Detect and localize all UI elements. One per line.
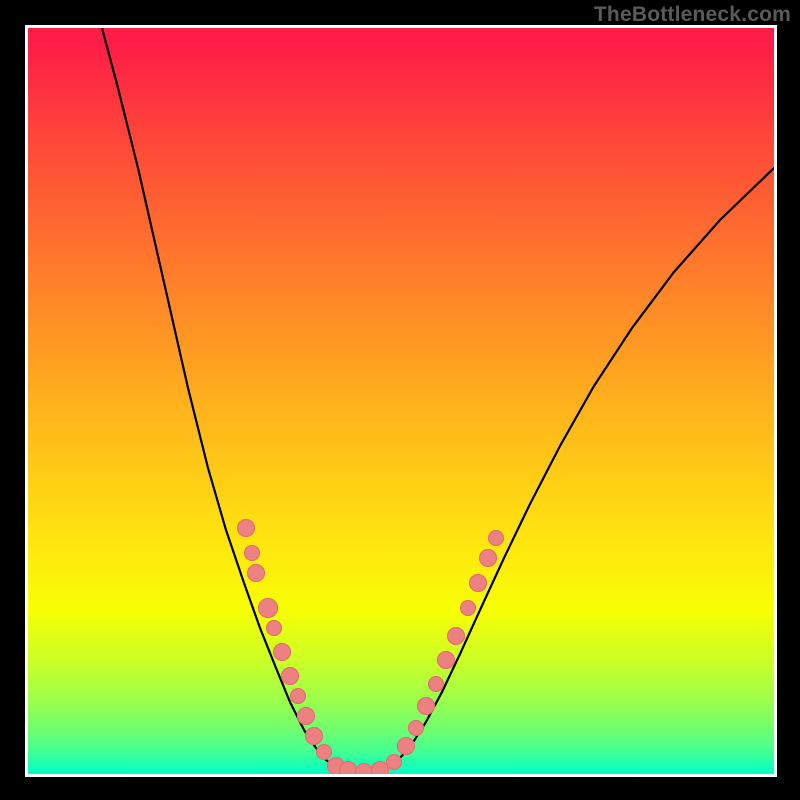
data-point (408, 720, 424, 736)
data-point (417, 697, 435, 715)
data-point (479, 549, 497, 567)
data-point (460, 600, 476, 616)
data-point (258, 598, 278, 618)
data-point (297, 707, 315, 725)
data-point (273, 643, 291, 661)
watermark: TheBottleneck.com (594, 3, 791, 27)
plot-area (28, 28, 774, 774)
data-point (237, 519, 255, 537)
frame: TheBottleneck.com (0, 0, 800, 800)
data-point (305, 727, 323, 745)
data-point (281, 667, 299, 685)
data-point (488, 530, 504, 546)
bottleneck-curve (28, 28, 774, 774)
data-point (290, 688, 306, 704)
data-point (428, 676, 444, 692)
data-point (244, 545, 260, 561)
data-point (447, 627, 465, 645)
data-point (469, 574, 487, 592)
data-point (247, 564, 265, 582)
data-point (266, 620, 282, 636)
data-point (437, 651, 455, 669)
plot-outer (25, 25, 777, 777)
data-point (397, 737, 415, 755)
data-point (316, 744, 332, 760)
data-point (386, 754, 402, 770)
